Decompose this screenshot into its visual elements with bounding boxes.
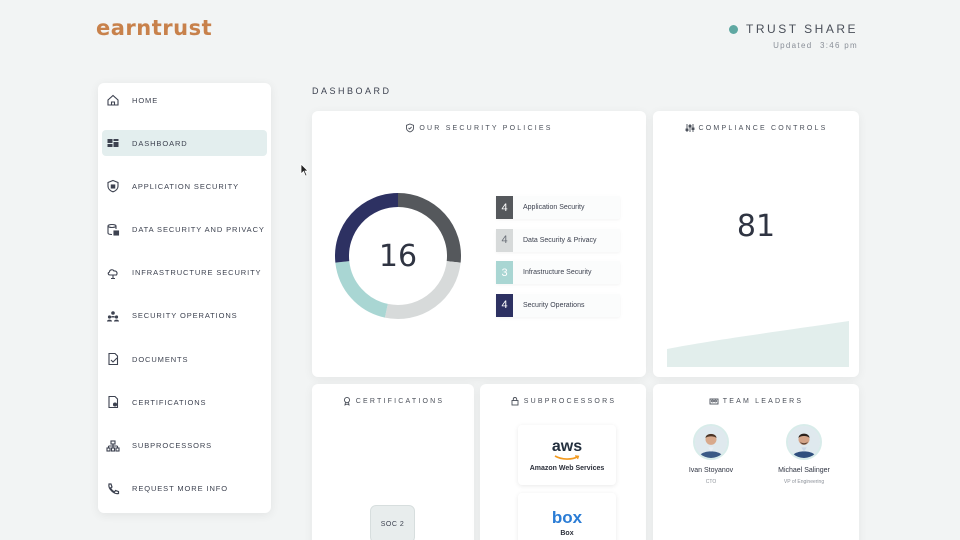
sidebar-item-label: APPLICATION SECURITY <box>132 181 240 191</box>
compliance-controls-card[interactable]: COMPLIANCE CONTROLS 81 <box>653 111 859 377</box>
legend-item[interactable]: 4 Security Operations <box>496 293 620 317</box>
sidebar: HOME DASHBOARD APPLICATION SECURITY DATA… <box>98 83 271 513</box>
sidebar-item-security-operations[interactable]: SECURITY OPERATIONS <box>102 303 267 329</box>
security-policies-card[interactable]: OUR SECURITY POLICIES 16 4 Application S… <box>312 111 646 377</box>
network-icon <box>106 439 120 453</box>
policies-total: 16 <box>378 238 418 274</box>
legend-count-badge: 4 <box>496 196 513 219</box>
legend-label: Data Security & Privacy <box>523 236 597 244</box>
subprocessor-aws[interactable]: aws Amazon Web Services <box>518 425 616 485</box>
mouse-cursor-icon <box>300 163 309 177</box>
legend-count-badge: 4 <box>496 228 513 252</box>
legend-item[interactable]: 4 Application Security <box>496 196 620 219</box>
subprocessor-box[interactable]: box Box <box>518 493 616 540</box>
certificate-icon <box>106 395 120 409</box>
card-title: SUBPROCESSORS <box>480 396 646 406</box>
legend-label: Security Operations <box>523 301 585 309</box>
person-avatar-icon <box>695 426 727 458</box>
leader-card[interactable]: Ivan Stoyanov CTO <box>666 424 756 485</box>
leader-name: Ivan Stoyanov <box>688 467 734 474</box>
cloud-icon <box>106 266 120 280</box>
dashboard-icon <box>106 136 120 150</box>
policies-legend: 4 Application Security 4 Data Security &… <box>496 196 620 326</box>
page-title: DASHBOARD <box>312 86 392 96</box>
sidebar-item-label: DATA SECURITY AND PRIVACY <box>132 225 265 235</box>
team-leaders-card[interactable]: TEAM LEADERS Ivan Stoyanov CTO Michael S… <box>653 384 859 540</box>
sidebar-item-documents[interactable]: DOCUMENTS <box>102 346 267 372</box>
sidebar-item-certifications[interactable]: CERTIFICATIONS <box>102 389 267 415</box>
document-icon <box>106 352 120 366</box>
people-icon <box>106 309 120 323</box>
card-title: TEAM LEADERS <box>653 396 859 406</box>
subprocessor-name: Box <box>560 530 574 537</box>
sidebar-item-label: CERTIFICATIONS <box>132 397 207 407</box>
sidebar-item-request-info[interactable]: REQUEST MORE INFO <box>102 476 267 502</box>
legend-label: Infrastructure Security <box>523 269 592 276</box>
aws-logo: aws <box>551 437 583 455</box>
box-logo: box <box>551 508 583 527</box>
avatar <box>693 424 729 460</box>
avatar <box>786 424 822 460</box>
sidebar-item-label: DOCUMENTS <box>132 354 189 364</box>
home-icon <box>106 93 120 107</box>
updated-timestamp: Updated 3:46 pm <box>729 41 858 50</box>
legend-item[interactable]: 3 Infrastructure Security <box>496 261 620 284</box>
subprocessor-name: Amazon Web Services <box>529 464 605 472</box>
certifications-card[interactable]: CERTIFICATIONS SOC 2 <box>312 384 474 540</box>
shield-icon <box>106 179 120 193</box>
controls-icon <box>685 124 694 132</box>
sidebar-item-data-security[interactable]: DATA SECURITY AND PRIVACY <box>102 217 267 243</box>
brand-logo: earntrust <box>96 16 213 40</box>
soc2-badge[interactable]: SOC 2 <box>370 505 415 540</box>
database-lock-icon <box>106 223 120 237</box>
sidebar-item-dashboard[interactable]: DASHBOARD <box>102 130 267 157</box>
updated-label: Updated <box>773 41 813 50</box>
trust-share-title: TRUST SHARE <box>746 22 858 36</box>
status-dot <box>729 24 739 34</box>
sidebar-item-application-security[interactable]: APPLICATION SECURITY <box>102 173 267 199</box>
lock-icon <box>511 397 519 406</box>
shield-icon <box>406 123 415 133</box>
legend-item[interactable]: 4 Data Security & Privacy <box>496 228 620 252</box>
card-title: OUR SECURITY POLICIES <box>312 123 646 133</box>
legend-label: Application Security <box>523 204 585 211</box>
trust-share-header: TRUST SHARE Updated 3:46 pm <box>729 22 858 50</box>
updated-time: 3:46 pm <box>819 41 858 50</box>
certificate-badge-icon <box>343 396 350 406</box>
compliance-area-sparkline <box>667 321 849 367</box>
legend-count-badge: 3 <box>496 261 513 284</box>
leader-role: VP of Engineering <box>783 479 825 485</box>
team-icon <box>709 398 719 405</box>
legend-count-badge: 4 <box>496 293 513 317</box>
card-title: CERTIFICATIONS <box>312 396 474 406</box>
sidebar-item-home[interactable]: HOME <box>102 87 267 113</box>
sidebar-item-label: SECURITY OPERATIONS <box>132 311 238 321</box>
leader-card[interactable]: Michael Salinger VP of Engineering <box>759 424 849 485</box>
sidebar-item-subprocessors[interactable]: SUBPROCESSORS <box>102 433 267 459</box>
card-title: COMPLIANCE CONTROLS <box>653 123 859 133</box>
sidebar-item-label: REQUEST MORE INFO <box>132 484 229 494</box>
person-avatar-icon <box>788 426 820 458</box>
sidebar-item-label: DASHBOARD <box>132 138 188 148</box>
sidebar-item-label: SUBPROCESSORS <box>132 441 213 450</box>
phone-icon <box>106 482 120 496</box>
sidebar-item-label: INFRASTRUCTURE SECURITY <box>132 268 262 278</box>
subprocessors-card[interactable]: SUBPROCESSORS aws Amazon Web Services bo… <box>480 384 646 540</box>
sidebar-item-infrastructure-security[interactable]: INFRASTRUCTURE SECURITY <box>102 260 267 286</box>
leader-name: Michael Salinger <box>778 467 830 474</box>
sidebar-item-label: HOME <box>132 95 159 105</box>
compliance-count: 81 <box>736 209 776 244</box>
leader-role: CTO <box>705 479 717 485</box>
aws-smile-icon <box>554 454 580 460</box>
